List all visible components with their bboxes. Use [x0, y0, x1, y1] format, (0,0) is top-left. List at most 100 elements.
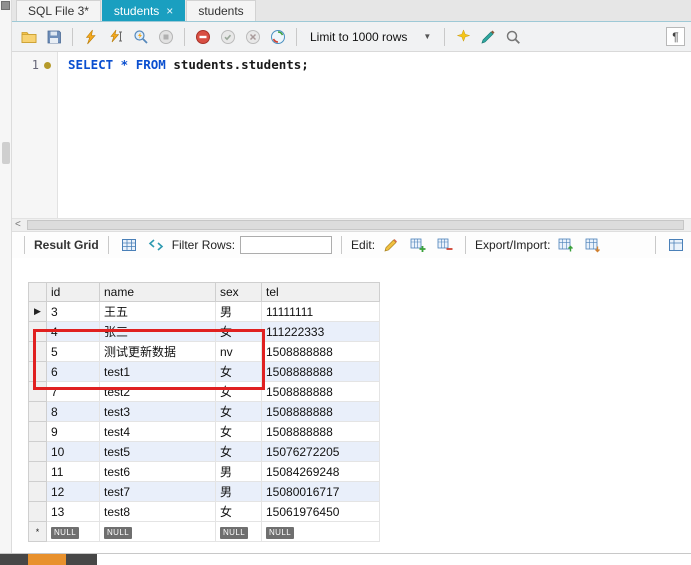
scrollbar-thumb[interactable] — [27, 220, 684, 230]
stop-on-error-toggle[interactable] — [192, 26, 214, 48]
cell-tel[interactable]: 111222333 — [261, 321, 380, 342]
cell-name[interactable]: test5 — [99, 441, 216, 462]
cell-name[interactable]: test6 — [99, 461, 216, 482]
execute-current-button[interactable] — [105, 26, 127, 48]
row-selector[interactable] — [28, 321, 47, 342]
row-selector[interactable] — [28, 481, 47, 502]
cell-name[interactable]: 王五 — [99, 301, 216, 322]
tab-students[interactable]: students — [186, 0, 256, 21]
rollback-button[interactable] — [242, 26, 264, 48]
cell-sex[interactable]: nv — [215, 341, 262, 362]
cell-tel[interactable]: 1508888888 — [261, 381, 380, 402]
sql-editor[interactable]: 1 SELECT * FROM students.students; — [12, 52, 691, 218]
cell-sex[interactable]: 男 — [215, 481, 262, 502]
cell-name[interactable]: test3 — [99, 401, 216, 422]
cell-sex[interactable]: 女 — [215, 421, 262, 442]
cell-sex[interactable]: 女 — [215, 361, 262, 382]
cell-id[interactable]: 5 — [46, 341, 100, 362]
cell-id[interactable]: 7 — [46, 381, 100, 402]
cell-sex[interactable]: 男 — [215, 461, 262, 482]
cell-id[interactable]: 12 — [46, 481, 100, 502]
column-header-tel[interactable]: tel — [261, 282, 380, 302]
column-header-sex[interactable]: sex — [215, 282, 262, 302]
row-selector[interactable] — [28, 421, 47, 442]
stop-button[interactable] — [155, 26, 177, 48]
cell-sex[interactable]: NULL — [215, 521, 262, 542]
cell-name[interactable]: 张三 — [99, 321, 216, 342]
row-selector[interactable] — [28, 461, 47, 482]
cell-tel[interactable]: 1508888888 — [261, 341, 380, 362]
edit-row-button[interactable] — [380, 234, 402, 256]
cell-tel[interactable]: 15080016717 — [261, 481, 380, 502]
row-selector[interactable]: * — [28, 521, 47, 542]
cell-id[interactable]: 13 — [46, 501, 100, 522]
cell-tel[interactable]: 15061976450 — [261, 501, 380, 522]
table-row[interactable]: 8 test3 女 1508888888 — [28, 401, 380, 422]
row-selector[interactable] — [28, 341, 47, 362]
sidebar-top-icon[interactable] — [1, 1, 10, 10]
sidebar-collapse-handle[interactable] — [2, 142, 10, 164]
new-row[interactable]: * NULL NULL NULL NULL — [28, 521, 380, 542]
tab-students-active[interactable]: students × — [101, 0, 186, 21]
table-row[interactable]: 10 test5 女 15076272205 — [28, 441, 380, 462]
save-script-button[interactable] — [43, 26, 65, 48]
cell-id[interactable]: 10 — [46, 441, 100, 462]
cell-tel[interactable]: 1508888888 — [261, 401, 380, 422]
cell-id[interactable]: 4 — [46, 321, 100, 342]
table-row[interactable]: 12 test7 男 15080016717 — [28, 481, 380, 502]
row-selector[interactable] — [28, 441, 47, 462]
cell-tel[interactable]: NULL — [261, 521, 380, 542]
table-row[interactable]: ▶ 3 王五男 11111111 — [28, 301, 380, 322]
execute-button[interactable] — [80, 26, 102, 48]
commit-button[interactable] — [217, 26, 239, 48]
row-selector[interactable]: ▶ — [28, 301, 47, 322]
cell-id[interactable]: 6 — [46, 361, 100, 382]
wrap-cell-button[interactable] — [665, 234, 687, 256]
cell-name[interactable]: test1 — [99, 361, 216, 382]
cell-sex[interactable]: 女 — [215, 441, 262, 462]
beautify-button[interactable] — [452, 26, 474, 48]
cell-name[interactable]: test2 — [99, 381, 216, 402]
cell-id[interactable]: 9 — [46, 421, 100, 442]
cell-tel[interactable]: 15084269248 — [261, 461, 380, 482]
cell-tel[interactable]: 1508888888 — [261, 421, 380, 442]
import-button[interactable] — [582, 234, 604, 256]
sql-code-line[interactable]: SELECT * FROM students.students; — [58, 52, 309, 218]
row-selector[interactable] — [28, 501, 47, 522]
table-row[interactable]: 6 test1 女 1508888888 — [28, 361, 380, 382]
table-row[interactable]: 11 test6 男 15084269248 — [28, 461, 380, 482]
find-button[interactable] — [502, 26, 524, 48]
cell-sex[interactable]: 女 — [215, 401, 262, 422]
delete-row-button[interactable] — [434, 234, 456, 256]
column-header-name[interactable]: name — [99, 282, 216, 302]
cell-id[interactable]: 11 — [46, 461, 100, 482]
cell-name[interactable]: 测试更新数据 — [99, 341, 216, 362]
cell-id[interactable]: 3 — [46, 301, 100, 322]
taskbar-highlight[interactable] — [28, 554, 66, 565]
table-row[interactable]: 13 test8 女 15061976450 — [28, 501, 380, 522]
column-header-id[interactable]: id — [46, 282, 100, 302]
cell-id[interactable]: 8 — [46, 401, 100, 422]
autocommit-toggle[interactable] — [267, 26, 289, 48]
reset-grid-button[interactable] — [118, 234, 140, 256]
table-row[interactable]: 7 test2 女 1508888888 — [28, 381, 380, 402]
header-row-selector[interactable] — [28, 282, 47, 302]
scroll-left-arrow-icon[interactable]: < — [15, 219, 21, 231]
export-button[interactable] — [555, 234, 577, 256]
refresh-grid-button[interactable] — [145, 234, 167, 256]
open-script-button[interactable] — [18, 26, 40, 48]
cell-tel[interactable]: 15076272205 — [261, 441, 380, 462]
row-limit-dropdown[interactable]: Limit to 1000 rows ▼ — [304, 28, 437, 46]
close-icon[interactable]: × — [166, 5, 173, 17]
row-selector[interactable] — [28, 381, 47, 402]
filter-rows-input[interactable] — [240, 236, 333, 254]
explain-button[interactable] — [130, 26, 152, 48]
table-row[interactable]: 4 张三女 111222333 — [28, 321, 380, 342]
cell-tel[interactable]: 11111111 — [261, 301, 380, 322]
cell-tel[interactable]: 1508888888 — [261, 361, 380, 382]
cell-name[interactable]: test8 — [99, 501, 216, 522]
row-selector[interactable] — [28, 401, 47, 422]
cell-sex[interactable]: 女 — [215, 321, 262, 342]
invisible-chars-toggle[interactable]: ¶ — [666, 27, 685, 46]
add-row-button[interactable] — [407, 234, 429, 256]
